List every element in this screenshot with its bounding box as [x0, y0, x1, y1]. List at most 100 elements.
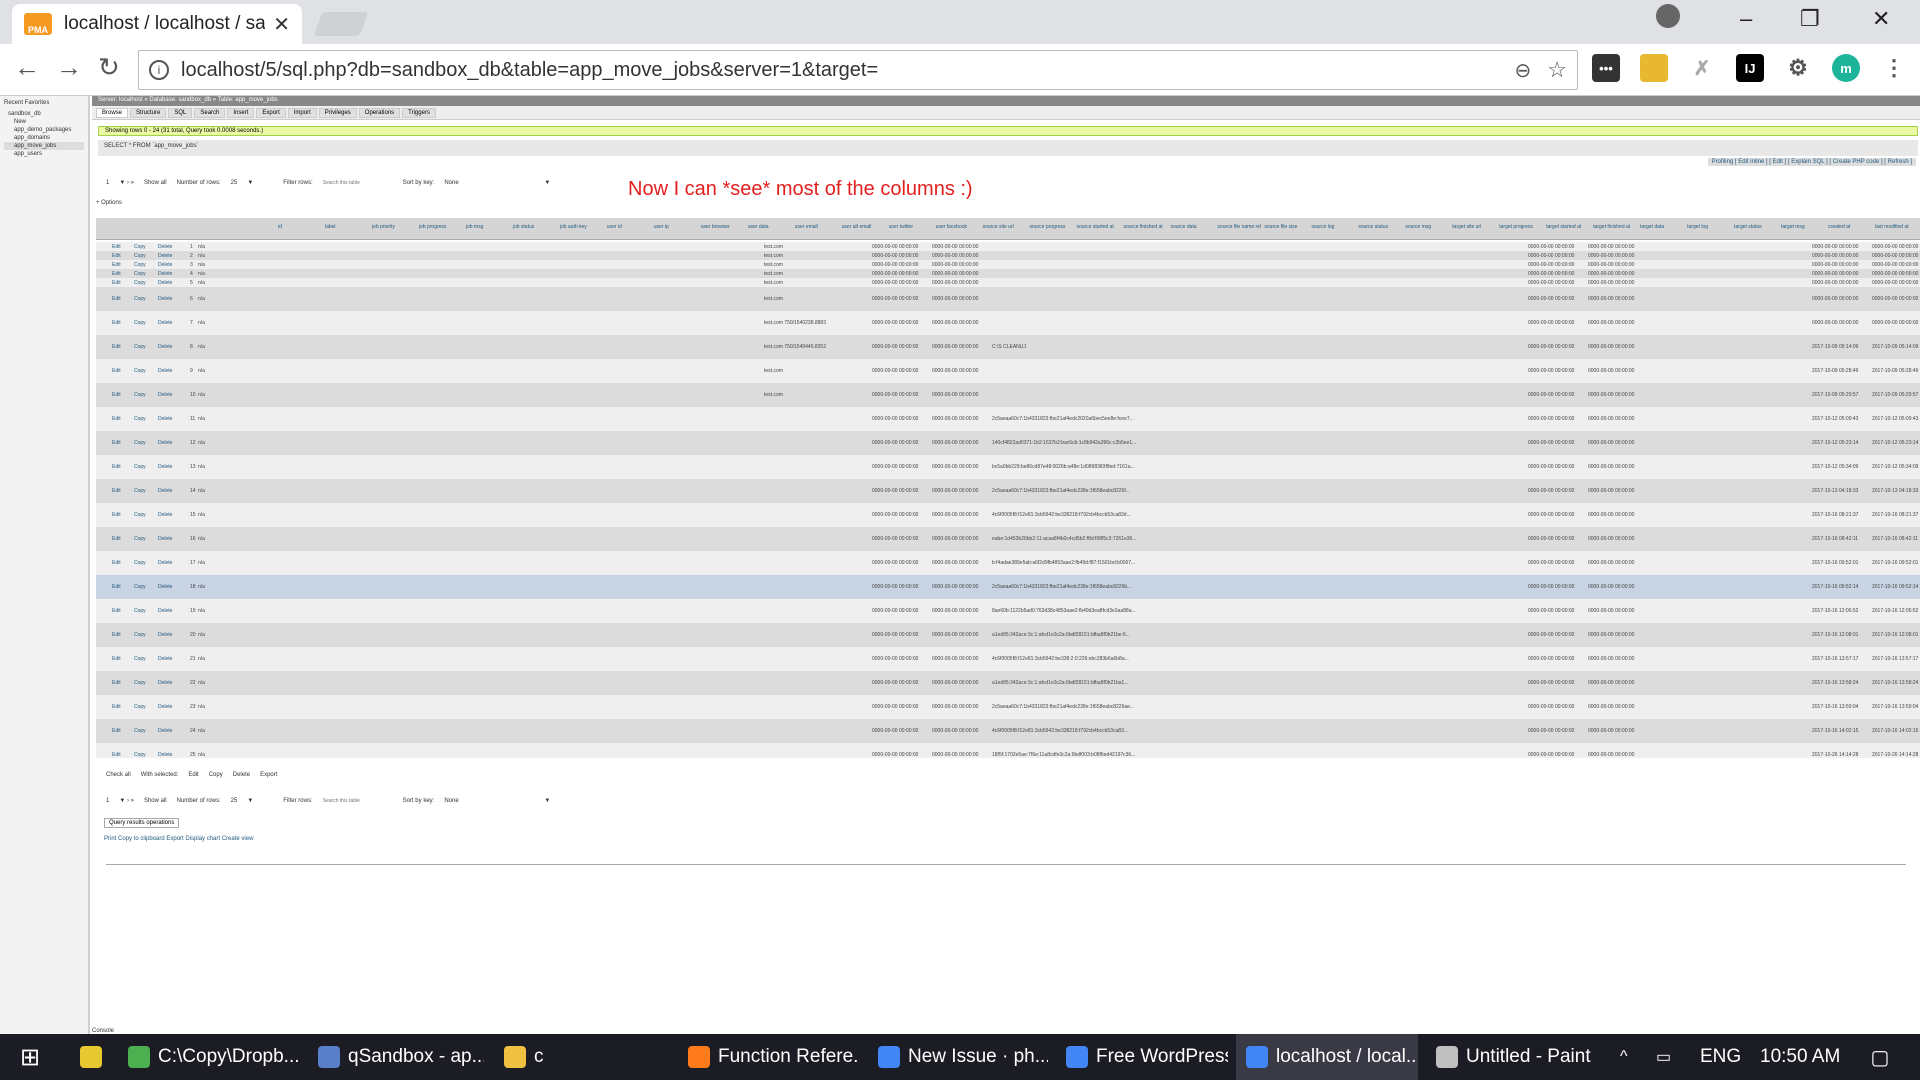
- breadcrumb[interactable]: Server: localhost » Database: sandbox_db…: [92, 96, 1920, 106]
- column-header[interactable]: user twitter: [889, 224, 913, 230]
- column-header[interactable]: source status: [1358, 224, 1388, 230]
- column-header[interactable]: user facebook: [936, 224, 967, 230]
- table-row[interactable]: Edit Copy Delete 9 n/a test.com 0000-00-00 00:…: [96, 359, 1920, 383]
- chevron-down-icon[interactable]: ▼: [247, 798, 253, 804]
- intellij-icon[interactable]: IJ: [1736, 54, 1764, 82]
- chevron-down-icon[interactable]: ▼: [544, 798, 550, 804]
- row-edit-link[interactable]: Edit: [112, 271, 121, 277]
- row-edit-link[interactable]: Edit: [112, 704, 121, 710]
- taskbar-button[interactable]: Untitled - Paint: [1426, 1034, 1616, 1080]
- row-copy-link[interactable]: Copy: [134, 464, 146, 470]
- table-row[interactable]: Edit Copy Delete 23 n/a 0000-00-00 00:00:00 00…: [96, 695, 1920, 719]
- menu-icon[interactable]: ⋮: [1880, 54, 1908, 82]
- address-bar[interactable]: i localhost/5/sql.php?db=sandbox_db&tabl…: [138, 50, 1578, 90]
- extension-dots-icon[interactable]: •••: [1592, 54, 1620, 82]
- row-edit-link[interactable]: Edit: [112, 280, 121, 286]
- options-toggle[interactable]: + Options: [96, 200, 122, 206]
- zoom-icon[interactable]: ⊖: [1515, 58, 1532, 83]
- extension-x-icon[interactable]: ✗: [1688, 54, 1716, 82]
- bulk-copy-button[interactable]: Copy: [209, 772, 223, 778]
- row-copy-link[interactable]: Copy: [134, 704, 146, 710]
- row-copy-link[interactable]: Copy: [134, 253, 146, 259]
- row-edit-link[interactable]: Edit: [112, 416, 121, 422]
- filter-input[interactable]: [322, 180, 393, 186]
- filter-input[interactable]: [322, 798, 393, 804]
- row-edit-link[interactable]: Edit: [112, 752, 121, 758]
- tab-operations[interactable]: Operations: [358, 107, 401, 118]
- row-copy-link[interactable]: Copy: [134, 656, 146, 662]
- table-row[interactable]: Edit Copy Delete 22 n/a 0000-00-00 00:00:00 00…: [96, 671, 1920, 695]
- table-row[interactable]: Edit Copy Delete 2 n/a test.com 0000-00-00 00:…: [96, 251, 1920, 260]
- row-copy-link[interactable]: Copy: [134, 296, 146, 302]
- taskbar-button[interactable]: Function Refere...: [678, 1034, 858, 1080]
- row-copy-link[interactable]: Copy: [134, 244, 146, 250]
- row-delete-link[interactable]: Delete: [158, 584, 172, 590]
- row-edit-link[interactable]: Edit: [112, 656, 121, 662]
- table-row[interactable]: Edit Copy Delete 7 n/a test.com 750/1540238.8…: [96, 311, 1920, 335]
- sort-select[interactable]: None: [444, 180, 534, 186]
- next-page-icon[interactable]: ▼ › »: [119, 798, 134, 804]
- next-page-icon[interactable]: ▼ › »: [119, 180, 134, 186]
- row-copy-link[interactable]: Copy: [134, 608, 146, 614]
- row-edit-link[interactable]: Edit: [112, 584, 121, 590]
- column-header[interactable]: source progress: [1030, 224, 1066, 230]
- taskbar-button[interactable]: [70, 1034, 110, 1080]
- row-delete-link[interactable]: Delete: [158, 253, 172, 259]
- tab-sql[interactable]: SQL: [168, 107, 193, 118]
- column-header[interactable]: source file size: [1264, 224, 1297, 230]
- show-all-checkbox[interactable]: Show all: [144, 180, 167, 186]
- table-row[interactable]: Edit Copy Delete 25 n/a 0000-00-00 00:00:00 00…: [96, 743, 1920, 758]
- row-delete-link[interactable]: Delete: [158, 440, 172, 446]
- new-tab-button[interactable]: [313, 12, 369, 36]
- check-all-checkbox[interactable]: Check all: [106, 772, 131, 778]
- table-row[interactable]: Edit Copy Delete 1 n/a test.com 0000-00-00 00:…: [96, 242, 1920, 251]
- back-icon[interactable]: ←: [14, 52, 40, 83]
- bookmark-star-icon[interactable]: ☆: [1547, 57, 1567, 83]
- table-row[interactable]: Edit Copy Delete 15 n/a 0000-00-00 00:00:00 00…: [96, 503, 1920, 527]
- row-edit-link[interactable]: Edit: [112, 680, 121, 686]
- row-delete-link[interactable]: Delete: [158, 632, 172, 638]
- column-header[interactable]: target started at: [1546, 224, 1581, 230]
- row-copy-link[interactable]: Copy: [134, 632, 146, 638]
- table-row[interactable]: Edit Copy Delete 8 n/a test.com 750/1540445.8…: [96, 335, 1920, 359]
- tray-chevron-up-icon[interactable]: ^: [1620, 1034, 1650, 1080]
- row-edit-link[interactable]: Edit: [112, 512, 121, 518]
- column-header[interactable]: job auth key: [560, 224, 587, 230]
- row-delete-link[interactable]: Delete: [158, 368, 172, 374]
- column-header[interactable]: job status: [513, 224, 534, 230]
- row-copy-link[interactable]: Copy: [134, 488, 146, 494]
- row-copy-link[interactable]: Copy: [134, 320, 146, 326]
- row-edit-link[interactable]: Edit: [112, 632, 121, 638]
- profile-icon[interactable]: [1656, 4, 1680, 28]
- column-header[interactable]: target progress: [1499, 224, 1533, 230]
- table-row[interactable]: Edit Copy Delete 3 n/a test.com 0000-00-00 00:…: [96, 260, 1920, 269]
- tab-privileges[interactable]: Privileges: [318, 107, 357, 118]
- taskbar-button[interactable]: c: [494, 1034, 670, 1080]
- restore-icon[interactable]: ❐: [1800, 6, 1820, 36]
- table-row[interactable]: Edit Copy Delete 17 n/a 0000-00-00 00:00:00 00…: [96, 551, 1920, 575]
- column-header[interactable]: user browser: [701, 224, 730, 230]
- bulk-edit-button[interactable]: Edit: [188, 772, 198, 778]
- table-row[interactable]: Edit Copy Delete 14 n/a 0000-00-00 00:00:00 00…: [96, 479, 1920, 503]
- column-header[interactable]: target site url: [1452, 224, 1481, 230]
- row-copy-link[interactable]: Copy: [134, 262, 146, 268]
- column-header[interactable]: id: [278, 224, 282, 230]
- column-header[interactable]: target msg: [1781, 224, 1805, 230]
- tab-structure[interactable]: Structure: [130, 107, 167, 118]
- row-copy-link[interactable]: Copy: [134, 368, 146, 374]
- row-copy-link[interactable]: Copy: [134, 280, 146, 286]
- row-edit-link[interactable]: Edit: [112, 536, 121, 542]
- row-edit-link[interactable]: Edit: [112, 244, 121, 250]
- table-row[interactable]: Edit Copy Delete 4 n/a test.com 0000-00-00 00:…: [96, 269, 1920, 278]
- info-icon[interactable]: i: [149, 60, 169, 80]
- column-header[interactable]: source file name rel: [1217, 224, 1261, 230]
- table-row[interactable]: Edit Copy Delete 20 n/a 0000-00-00 00:00:00 00…: [96, 623, 1920, 647]
- row-edit-link[interactable]: Edit: [112, 368, 121, 374]
- tab-insert[interactable]: Insert: [227, 107, 255, 118]
- column-header[interactable]: source msg: [1405, 224, 1431, 230]
- tab-export[interactable]: Export: [256, 107, 286, 118]
- tab-import[interactable]: Import: [287, 107, 317, 118]
- rows-select[interactable]: 25: [231, 798, 238, 804]
- tab-browse[interactable]: Browse: [96, 107, 129, 118]
- query-results-operations-links[interactable]: Print Copy to clipboard Export Display c…: [104, 836, 253, 842]
